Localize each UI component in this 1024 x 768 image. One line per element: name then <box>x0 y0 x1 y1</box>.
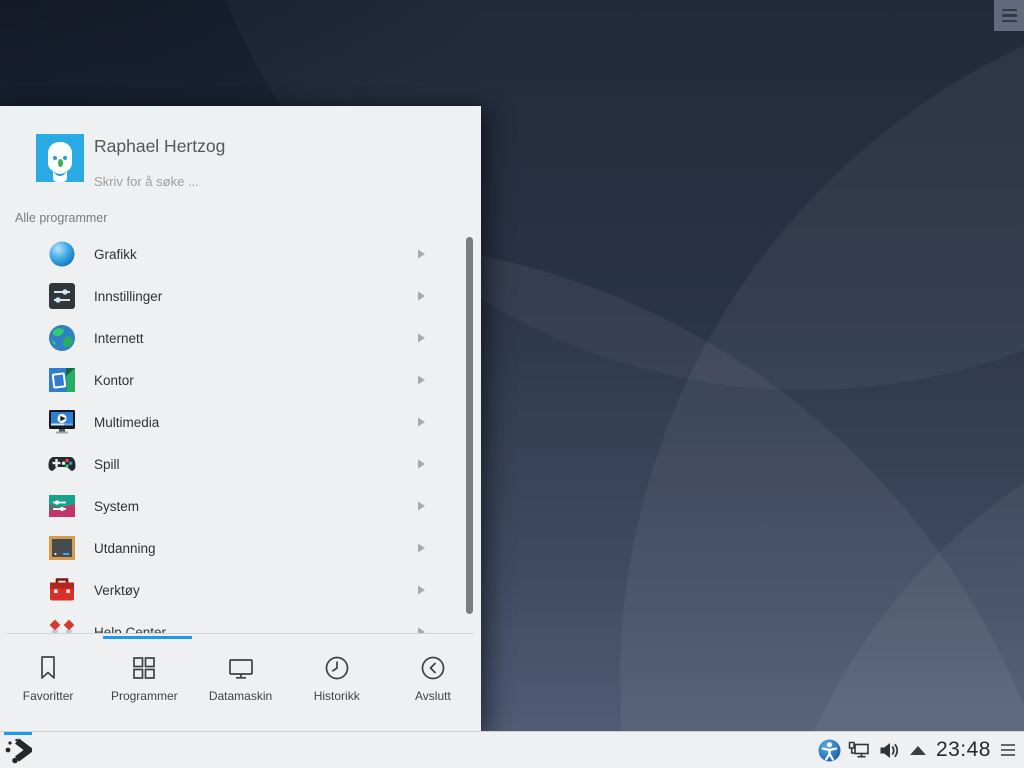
hamburger-icon <box>1002 20 1017 23</box>
graphics-sphere-icon <box>46 238 78 270</box>
tabbar-divider <box>7 633 474 634</box>
expand-up-arrow-icon[interactable] <box>910 746 926 755</box>
application-launcher-popup: Raphael Hertzog Skriv for å søke ... All… <box>0 106 481 731</box>
category-row-utdanning[interactable]: Utdanning <box>0 527 481 569</box>
avatar-eye <box>53 156 57 160</box>
desktop: Raphael Hertzog Skriv for å søke ... All… <box>0 0 1024 768</box>
tab-label: Historikk <box>314 689 360 703</box>
submenu-arrow-icon <box>418 250 425 259</box>
category-row-system[interactable]: System <box>0 485 481 527</box>
media-player-icon <box>46 406 78 438</box>
category-label: Innstillinger <box>94 289 162 304</box>
category-list: Grafikk Innstillinger <box>0 233 481 633</box>
volume-icon <box>877 739 900 762</box>
hamburger-icon <box>1002 14 1017 17</box>
category-label: Spill <box>94 457 120 472</box>
category-label: System <box>94 499 139 514</box>
help-rockets-icon <box>46 616 78 633</box>
history-clock-icon <box>322 653 352 683</box>
submenu-arrow-icon <box>418 586 425 595</box>
tab-label: Avslutt <box>415 689 451 703</box>
submenu-arrow-icon <box>418 544 425 553</box>
tab-historikk[interactable]: Historikk <box>289 639 385 731</box>
submenu-arrow-icon <box>418 460 425 469</box>
blackboard-icon <box>46 532 78 564</box>
hamburger-icon <box>1001 749 1015 751</box>
toolbox-icon <box>46 574 78 606</box>
category-label: Multimedia <box>94 415 159 430</box>
submenu-arrow-icon <box>418 376 425 385</box>
app-launcher-button[interactable] <box>1 732 35 768</box>
app-launcher-icon <box>4 736 32 764</box>
hamburger-icon <box>1002 9 1017 12</box>
avatar-eye <box>63 156 67 160</box>
category-label: Help Center <box>94 625 166 634</box>
globe-icon <box>46 322 78 354</box>
category-row-help-center[interactable]: Help Center <box>0 611 481 633</box>
user-face-avatar[interactable] <box>36 134 84 182</box>
user-name: Raphael Hertzog <box>94 136 225 157</box>
submenu-arrow-icon <box>418 418 425 427</box>
panel-menu-button[interactable] <box>1001 744 1015 756</box>
submenu-arrow-icon <box>418 502 425 511</box>
submenu-arrow-icon <box>418 334 425 343</box>
settings-sliders-icon <box>46 280 78 312</box>
desktop-toolbox-button[interactable] <box>994 0 1024 31</box>
category-row-spill[interactable]: Spill <box>0 443 481 485</box>
category-row-kontor[interactable]: Kontor <box>0 359 481 401</box>
launcher-tabbar: Favoritter Programmer Datamaskin <box>0 639 481 731</box>
network-icon <box>847 739 871 762</box>
tab-programmer[interactable]: Programmer <box>96 639 192 731</box>
hamburger-icon <box>1001 754 1015 756</box>
category-label: Utdanning <box>94 541 156 556</box>
tab-favoritter[interactable]: Favoritter <box>0 639 96 731</box>
list-scrollbar[interactable] <box>466 237 473 614</box>
avatar-nose <box>58 159 63 167</box>
category-row-internett[interactable]: Internett <box>0 317 481 359</box>
bottom-panel: 23:48 <box>0 731 1024 768</box>
clock[interactable]: 23:48 <box>936 738 991 762</box>
applications-grid-icon <box>129 653 159 683</box>
category-label: Kontor <box>94 373 134 388</box>
category-row-multimedia[interactable]: Multimedia <box>0 401 481 443</box>
search-input[interactable]: Skriv for å søke ... <box>94 174 199 189</box>
volume-tray-item[interactable] <box>877 739 900 762</box>
tab-datamaskin[interactable]: Datamaskin <box>192 639 288 731</box>
tab-avslutt[interactable]: Avslutt <box>385 639 481 731</box>
leave-circle-icon <box>418 653 448 683</box>
gamepad-icon <box>46 448 78 480</box>
hamburger-icon <box>1001 744 1015 746</box>
category-label: Internett <box>94 331 144 346</box>
network-tray-item[interactable] <box>847 739 871 762</box>
category-label: Verktøy <box>94 583 140 598</box>
tab-label: Programmer <box>111 689 178 703</box>
section-label: Alle programmer <box>15 211 107 225</box>
submenu-arrow-icon <box>418 292 425 301</box>
tab-label: Datamaskin <box>209 689 272 703</box>
tab-label: Favoritter <box>23 689 74 703</box>
office-document-icon <box>46 364 78 396</box>
accessibility-tray-item[interactable] <box>818 739 841 762</box>
category-row-verktoy[interactable]: Verktøy <box>0 569 481 611</box>
category-row-grafikk[interactable]: Grafikk <box>0 233 481 275</box>
accessibility-icon <box>818 739 841 762</box>
launcher-active-indicator <box>4 732 32 735</box>
category-label: Grafikk <box>94 247 137 262</box>
computer-monitor-icon <box>226 653 256 683</box>
system-sliders-icon <box>46 490 78 522</box>
favorites-bookmark-icon <box>33 653 63 683</box>
category-row-innstillinger[interactable]: Innstillinger <box>0 275 481 317</box>
